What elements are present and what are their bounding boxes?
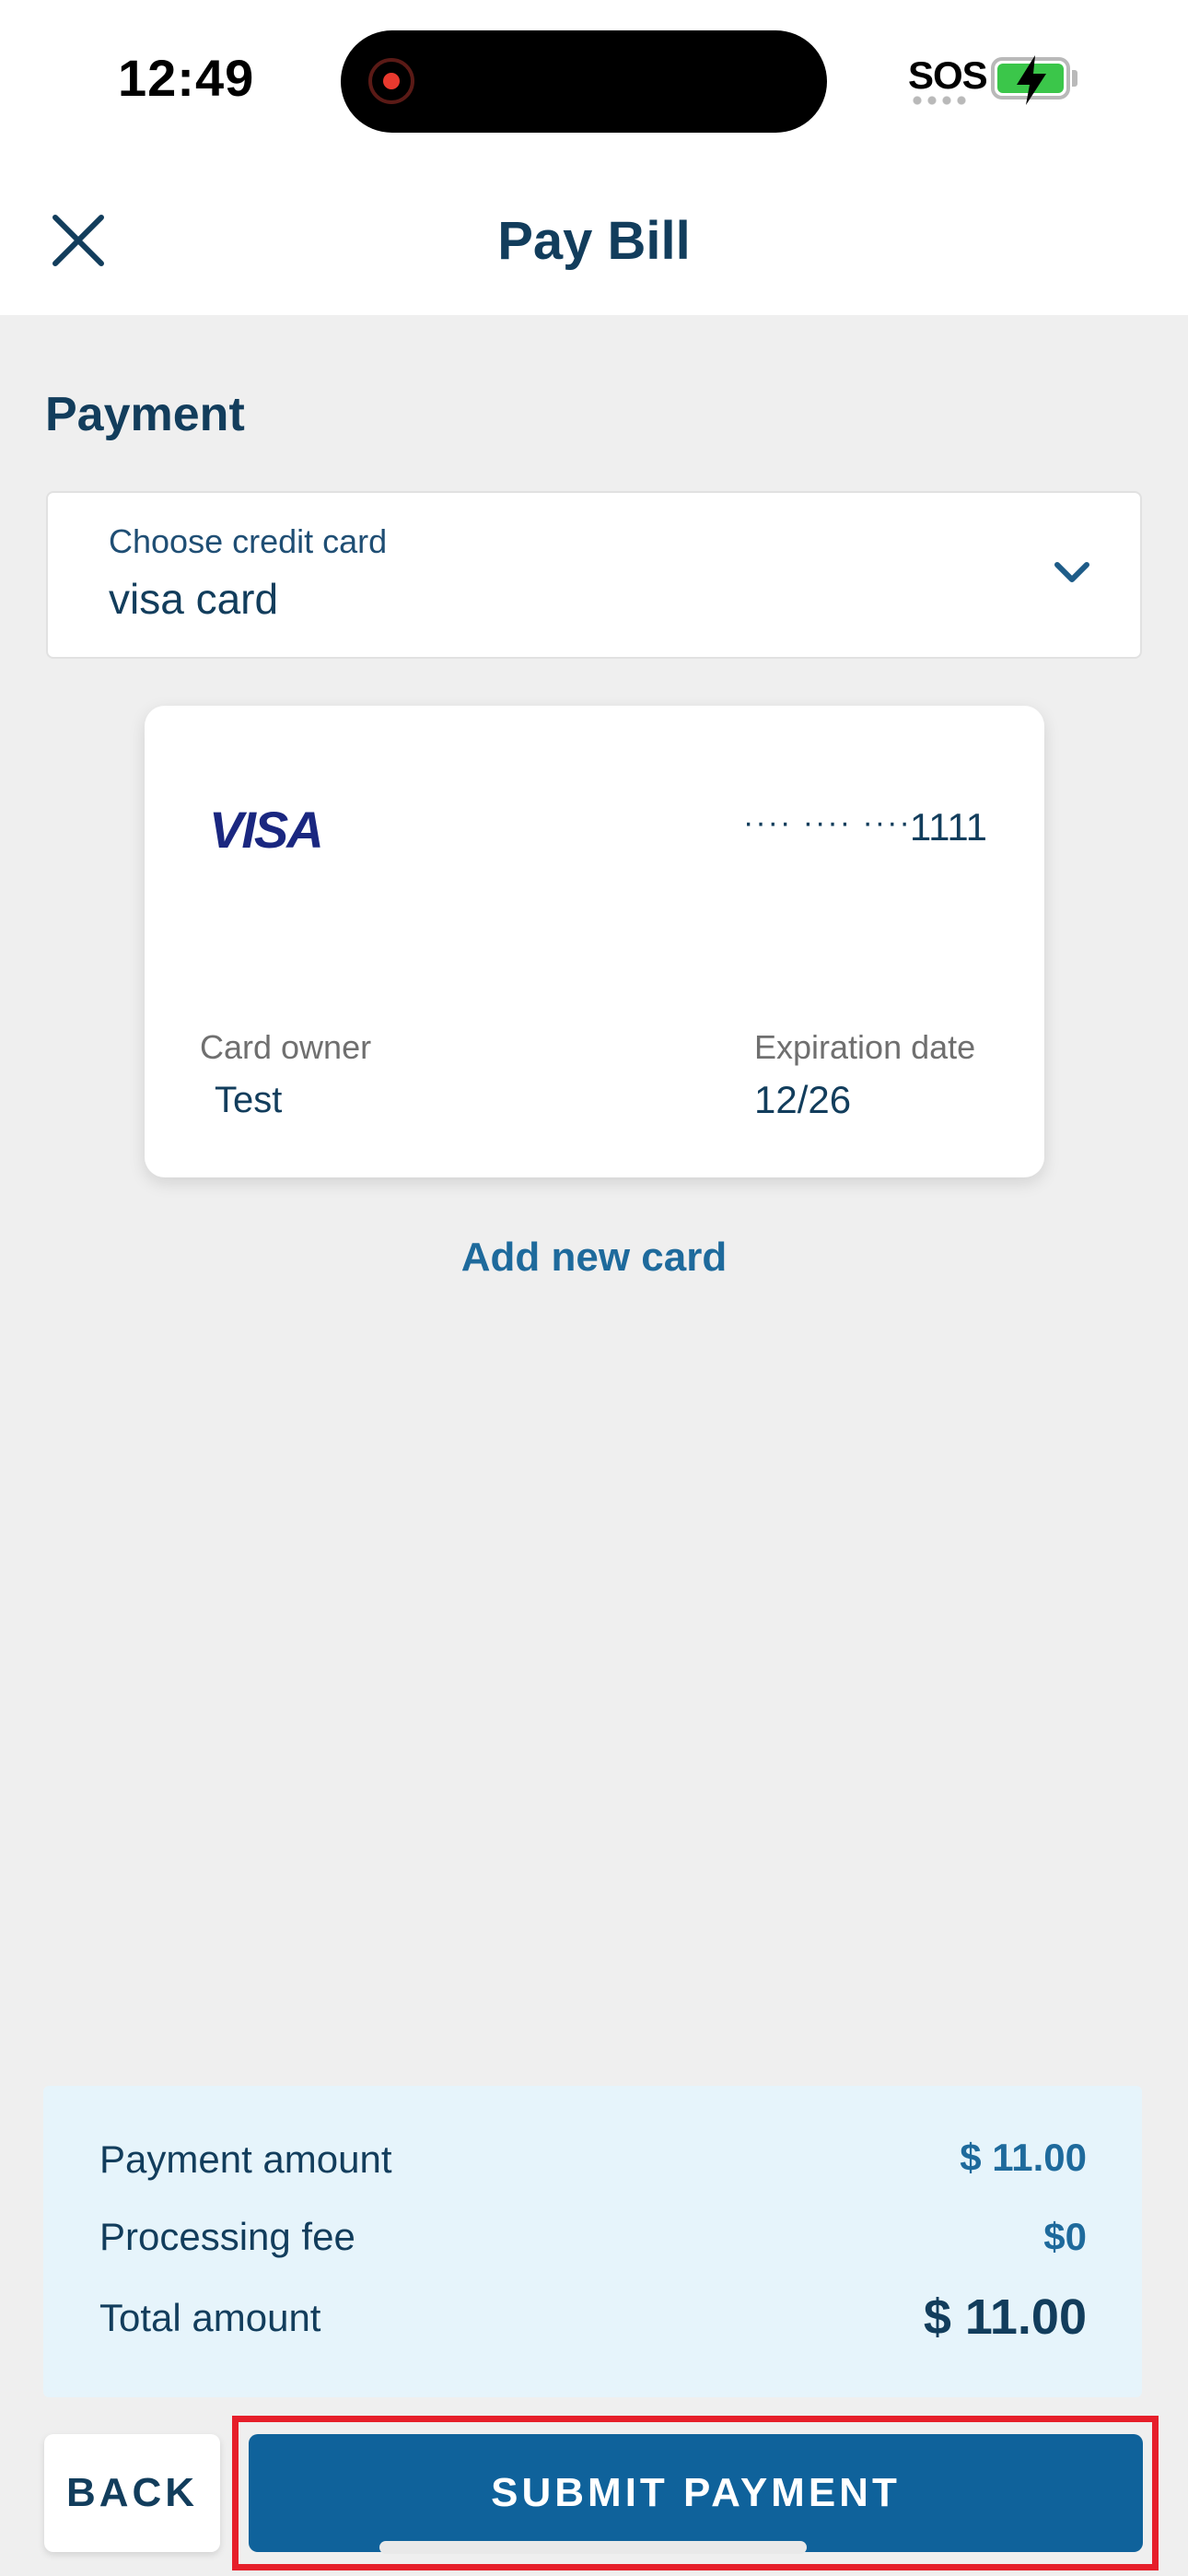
processing-fee-value: $0	[1043, 2215, 1087, 2258]
home-indicator[interactable]	[379, 2541, 807, 2554]
expiration-date-value: 12/26	[754, 1078, 852, 1121]
payment-amount-value: $ 11.00	[960, 2136, 1087, 2179]
signal-dots-icon	[910, 96, 969, 105]
credit-card-select[interactable]: Choose credit card visa card	[46, 491, 1142, 659]
back-button[interactable]: BACK	[44, 2434, 220, 2552]
screen-recording-icon	[368, 58, 414, 104]
charging-bolt-icon	[1017, 55, 1046, 105]
total-amount-label: Total amount	[99, 2296, 321, 2339]
card-last-four: 1111	[909, 805, 987, 849]
processing-fee-label: Processing fee	[99, 2215, 355, 2258]
credit-card-select-label: Choose credit card	[109, 522, 388, 560]
credit-card-select-value: visa card	[109, 575, 279, 623]
chevron-down-icon[interactable]	[1052, 559, 1092, 587]
carrier-label: SOS	[908, 53, 988, 97]
card-masked-digits: ···· ···· ····	[743, 805, 912, 840]
battery-cap	[1072, 70, 1077, 87]
submit-payment-button[interactable]: SUBMIT PAYMENT	[249, 2434, 1143, 2552]
visa-logo: VISA	[209, 801, 324, 859]
payment-summary: Payment amount $ 11.00 Processing fee $0…	[43, 2086, 1142, 2397]
section-title-payment: Payment	[45, 388, 245, 441]
card-owner-value: Test	[215, 1080, 283, 1120]
add-new-card-link[interactable]: Add new card	[0, 1235, 1188, 1281]
total-amount-value: $ 11.00	[923, 2289, 1087, 2345]
card-owner-label: Card owner	[200, 1028, 372, 1066]
status-time: 12:49	[118, 49, 255, 107]
payment-amount-label: Payment amount	[99, 2137, 392, 2181]
page-title: Pay Bill	[497, 211, 691, 271]
credit-card-preview: VISA ···· ···· ···· 1111 Card owner Test…	[145, 706, 1044, 1177]
expiration-date-label: Expiration date	[754, 1028, 976, 1066]
